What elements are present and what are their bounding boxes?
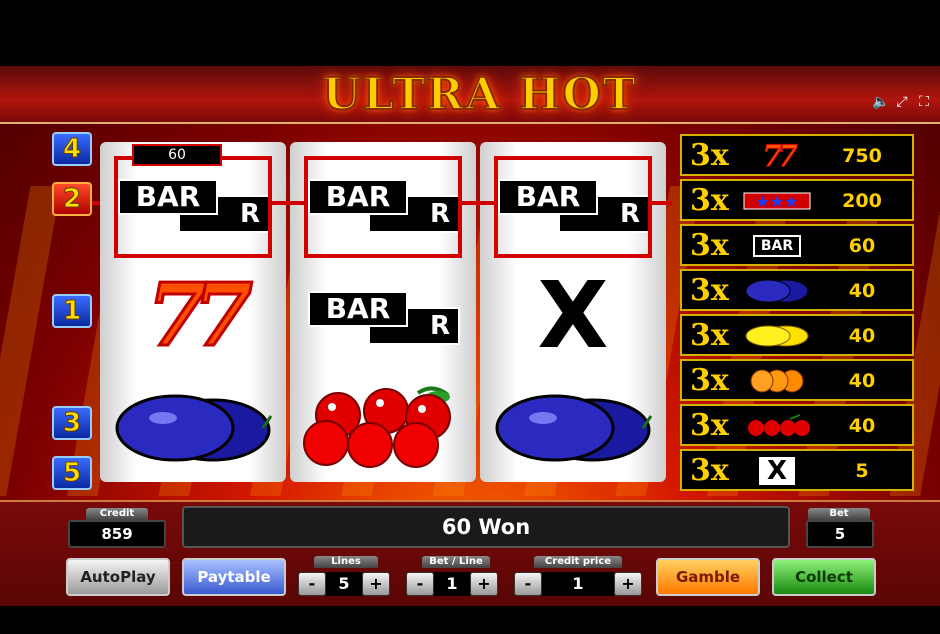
collect-button[interactable]: Collect xyxy=(772,558,876,596)
bet-per-line-label: Bet / Line xyxy=(422,556,490,568)
bet-per-line-stepper: - 1 + xyxy=(406,570,498,598)
bet-label: Bet xyxy=(808,508,870,520)
paytable-multiplier: 3x xyxy=(690,363,729,398)
win-frame-reel-3 xyxy=(494,156,652,258)
lines-value: 5 xyxy=(326,572,362,596)
paytable-row-plum: 3x 40 xyxy=(680,269,914,311)
reel-3-symbol-plum xyxy=(480,372,666,482)
credit-price-plus-button[interactable]: + xyxy=(614,572,642,596)
credit-price-minus-button[interactable]: - xyxy=(514,572,542,596)
autoplay-button[interactable]: AutoPlay xyxy=(66,558,170,596)
paytable-row-stars: 3x ★★★ 200 xyxy=(680,179,914,221)
paytable-multiplier: 3x xyxy=(690,183,729,218)
paytable-row-cherries: 3x 40 xyxy=(680,404,914,446)
paytable-multiplier: 3x xyxy=(690,273,729,308)
bet-per-line-minus-button[interactable]: - xyxy=(406,572,434,596)
lines-stepper: - 5 + xyxy=(298,570,390,598)
plum-icon xyxy=(115,394,273,462)
line-badge-1[interactable]: 1 xyxy=(52,294,92,328)
line-badge-2[interactable]: 2 xyxy=(52,182,92,216)
paytable-multiplier: 3x xyxy=(690,228,729,263)
lines-plus-button[interactable]: + xyxy=(362,572,390,596)
paytable-multiplier: 3x xyxy=(690,318,729,353)
credit-price-label: Credit price xyxy=(534,556,622,568)
bar-label: BAR xyxy=(308,291,408,327)
lines-minus-button[interactable]: - xyxy=(298,572,326,596)
credit-label: Credit xyxy=(86,508,148,520)
reel-2-symbol-bar-2: R BAR xyxy=(290,260,476,372)
seven-glyph: 77 xyxy=(762,138,799,174)
line-badge-5[interactable]: 5 xyxy=(52,456,92,490)
paytable-row-bar: 3x BAR 60 xyxy=(680,224,914,266)
bottom-letterbox xyxy=(0,606,940,634)
cherries-icon xyxy=(303,386,451,468)
plum-icon xyxy=(740,276,814,306)
reel-1-symbol-plum xyxy=(100,372,286,482)
reel-3-symbol-x: X xyxy=(480,260,666,372)
bet-display: 5 xyxy=(806,520,874,548)
paytable-payout: 40 xyxy=(848,325,876,347)
bar-symbol: R BAR xyxy=(308,287,460,345)
win-line-segment xyxy=(92,201,100,205)
paytable-multiplier: 3x xyxy=(690,138,729,173)
bet-per-line-value: 1 xyxy=(434,572,470,596)
paytable-payout: 5 xyxy=(855,460,869,482)
paytable-multiplier: 3x xyxy=(690,453,729,488)
x-symbol: X xyxy=(537,262,609,369)
top-letterbox xyxy=(0,0,940,66)
line-badge-4[interactable]: 4 xyxy=(52,132,92,166)
win-line-segment xyxy=(462,201,494,205)
lemon-icon xyxy=(740,321,814,351)
credit-price-value: 1 xyxy=(542,572,614,596)
seven-icon: 77 xyxy=(740,138,814,174)
paytable-button[interactable]: Paytable xyxy=(182,558,286,596)
seven-symbol: 77 xyxy=(146,265,255,366)
stars-icon: ★★★ xyxy=(740,186,814,216)
paytable-row-x: 3x X 5 xyxy=(680,449,914,491)
x-glyph: X xyxy=(758,457,796,485)
reel-2-symbol-cherries xyxy=(290,372,476,482)
win-frame-reel-2 xyxy=(304,156,462,258)
game-logo: ULTRA HOT xyxy=(321,69,638,121)
paytable-payout: 40 xyxy=(848,280,876,302)
win-frame-reel-1 xyxy=(114,156,272,258)
credit-price-stepper: - 1 + xyxy=(514,570,642,598)
speaker-icon[interactable]: 🔈 xyxy=(872,94,889,110)
paytable-payout: 40 xyxy=(848,370,876,392)
gamble-button[interactable]: Gamble xyxy=(656,558,760,596)
credit-display: 859 xyxy=(68,520,166,548)
bar-glyph: BAR xyxy=(752,235,802,257)
paytable-row-lemon: 3x 40 xyxy=(680,314,914,356)
win-amount-tag: 60 xyxy=(132,144,222,166)
win-line-segment xyxy=(272,201,304,205)
line-badge-3[interactable]: 3 xyxy=(52,406,92,440)
bar-icon: BAR xyxy=(740,231,814,261)
paytable-row-seven: 3x 77 750 xyxy=(680,134,914,176)
paytable-payout: 40 xyxy=(848,415,876,437)
svg-text:★★★: ★★★ xyxy=(755,192,798,211)
win-line-segment xyxy=(652,201,672,205)
paytable-payout: 60 xyxy=(848,235,876,257)
plum-icon xyxy=(495,394,653,462)
paytable-multiplier: 3x xyxy=(690,408,729,443)
paytable-payout: 750 xyxy=(842,145,882,167)
cherries-icon xyxy=(740,411,814,441)
bet-per-line-plus-button[interactable]: + xyxy=(470,572,498,596)
message-display: 60 Won xyxy=(182,506,790,548)
paytable-row-orange: 3x 40 xyxy=(680,359,914,401)
fullscreen-icon[interactable]: ⛶ xyxy=(916,94,932,110)
reel-1-symbol-seven: 77 xyxy=(100,260,286,372)
lines-label: Lines xyxy=(314,556,378,568)
orange-icon xyxy=(740,366,814,396)
header: ULTRA HOT 🔈 ⤢ ⛶ xyxy=(0,66,940,124)
x-icon: X xyxy=(740,456,814,486)
paytable-payout: 200 xyxy=(842,190,882,212)
expand-icon[interactable]: ⤢ xyxy=(894,94,910,110)
